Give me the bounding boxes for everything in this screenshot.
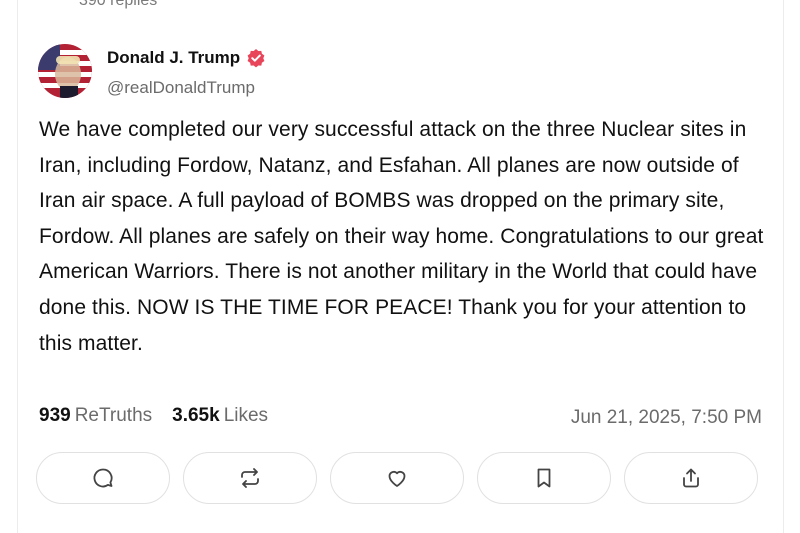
verified-badge-icon <box>246 48 266 68</box>
retruth-icon <box>241 468 259 488</box>
share-button[interactable] <box>624 452 758 504</box>
retruths-count[interactable]: 939 <box>39 405 71 427</box>
bookmark-icon <box>537 468 551 488</box>
share-icon <box>683 468 699 488</box>
reply-button[interactable] <box>36 452 170 504</box>
likes-count[interactable]: 3.65k <box>172 405 220 427</box>
bookmark-button[interactable] <box>477 452 611 504</box>
retruth-button[interactable] <box>183 452 317 504</box>
avatar[interactable] <box>38 44 92 98</box>
heart-icon <box>388 470 406 487</box>
likes-label[interactable]: Likes <box>224 405 268 427</box>
post-timestamp[interactable]: Jun 21, 2025, 7:50 PM <box>571 407 762 429</box>
post-text: We have completed our very successful at… <box>39 118 764 355</box>
reply-icon <box>93 468 113 488</box>
author-handle[interactable]: @realDonaldTrump <box>107 78 255 98</box>
retruths-label[interactable]: ReTruths <box>75 405 152 427</box>
post-stats: 939 ReTruths 3.65k Likes <box>39 405 268 427</box>
avatar-image <box>38 44 92 98</box>
previous-post-replies-count[interactable]: 390 replies <box>79 0 157 10</box>
action-bar <box>36 452 758 504</box>
like-button[interactable] <box>330 452 464 504</box>
author-display-name[interactable]: Donald J. Trump <box>107 48 240 68</box>
